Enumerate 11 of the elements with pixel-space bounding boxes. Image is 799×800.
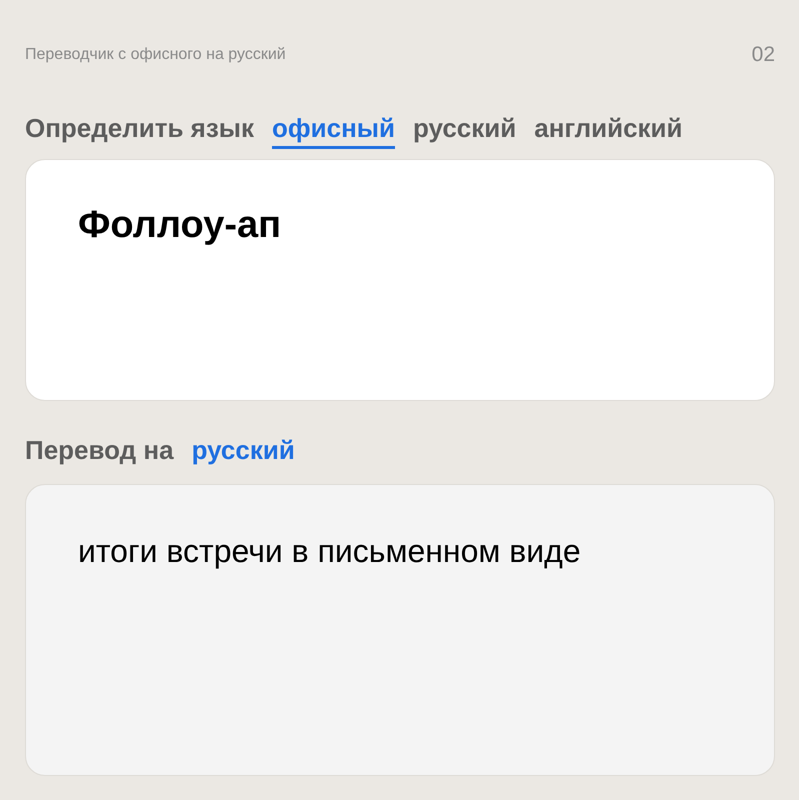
language-tab[interactable]: офисный xyxy=(272,113,395,149)
source-text: Фоллоу-ап xyxy=(78,204,282,247)
source-text-field[interactable]: Фоллоу-ап xyxy=(25,159,775,401)
header-title: Переводчик с офисного на русский xyxy=(25,46,286,64)
translation-text: итоги встречи в письменном виде xyxy=(78,533,582,570)
page-number: 02 xyxy=(752,43,775,67)
language-tab[interactable]: Определить язык xyxy=(25,113,254,149)
target-language-button[interactable]: русский xyxy=(192,435,295,466)
target-label: Перевод на xyxy=(25,435,174,466)
language-tab[interactable]: английский xyxy=(534,113,683,149)
language-tab[interactable]: русский xyxy=(412,113,516,149)
